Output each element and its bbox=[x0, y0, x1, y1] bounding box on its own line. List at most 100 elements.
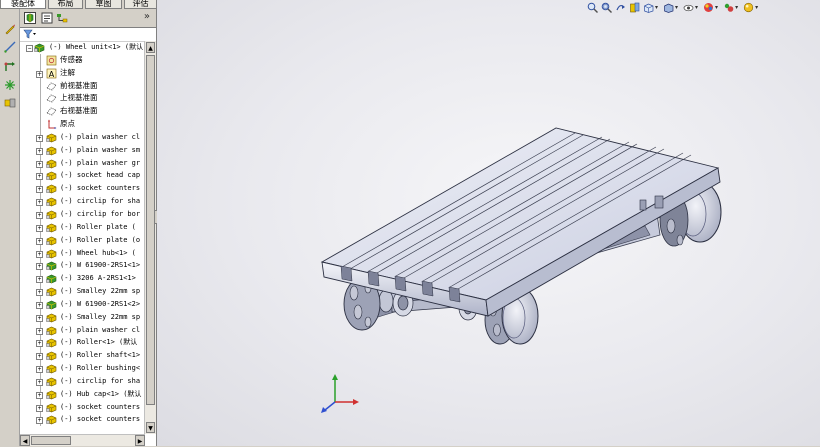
part-icon bbox=[46, 145, 57, 156]
part-icon bbox=[46, 389, 57, 400]
expand-icon[interactable]: + bbox=[36, 276, 43, 284]
mate-icon[interactable] bbox=[4, 97, 16, 109]
configuration-manager-icon[interactable] bbox=[56, 12, 68, 24]
feature-manager-icon[interactable] bbox=[24, 12, 36, 24]
tree-item[interactable]: + (-) Roller<1> (默认 bbox=[20, 336, 144, 350]
tree-item[interactable]: 传感器 bbox=[20, 53, 144, 67]
expand-icon[interactable]: + bbox=[36, 327, 43, 335]
expand-icon[interactable]: + bbox=[36, 417, 43, 425]
expand-icon[interactable]: + bbox=[36, 224, 43, 232]
tree-item[interactable]: + (-) plain washer cl bbox=[20, 323, 144, 337]
property-manager-icon[interactable] bbox=[41, 12, 53, 24]
tree-item-label: (-) 3206 A-2RS1<1> bbox=[60, 274, 136, 283]
graphics-area[interactable]: ▾ ▾ ▾ ▾ ▾ ▾ bbox=[157, 0, 820, 446]
tree-vertical-scrollbar[interactable]: ▲ ▼ bbox=[144, 41, 156, 434]
expand-icon[interactable]: + bbox=[36, 263, 43, 271]
smart-dimension-icon[interactable] bbox=[4, 60, 16, 72]
tree-item[interactable]: + (-) plain washer sm bbox=[20, 143, 144, 157]
tree-item[interactable]: 上视基准面 bbox=[20, 92, 144, 106]
tree-item[interactable]: + (-) circlip for sha bbox=[20, 374, 144, 388]
tree-item[interactable]: + (-) socket head cap bbox=[20, 169, 144, 183]
tree-item[interactable]: + (-) plain washer gr bbox=[20, 156, 144, 170]
part-icon bbox=[46, 325, 57, 336]
collapse-icon[interactable]: − bbox=[26, 45, 33, 52]
sketch-icon[interactable] bbox=[4, 23, 16, 35]
expand-icon[interactable]: + bbox=[36, 340, 43, 348]
panel-expand-button[interactable]: » bbox=[144, 11, 150, 22]
filter-icon[interactable] bbox=[23, 29, 37, 39]
tree-root-assembly[interactable]: − (-) Wheel unit<1> (默认 bbox=[20, 41, 144, 54]
expand-icon[interactable]: + bbox=[36, 186, 43, 194]
tree-item[interactable]: + (-) socket counters bbox=[20, 400, 144, 414]
tree-item[interactable]: + (-) socket counters bbox=[20, 182, 144, 196]
tab-2[interactable]: 草图 bbox=[85, 0, 122, 9]
reference-geometry-icon[interactable] bbox=[4, 79, 16, 91]
tree-item[interactable]: + (-) Wheel hub<1> ( bbox=[20, 246, 144, 260]
tree-item-label: (-) socket counters bbox=[60, 402, 141, 411]
tab-0[interactable]: 装配体 bbox=[0, 0, 46, 9]
tree-item[interactable]: + (-) W 61900-2RS1<2> bbox=[20, 297, 144, 311]
tree-item[interactable]: + (-) Smalley 22mm sp bbox=[20, 310, 144, 324]
tree-item[interactable]: 原点 bbox=[20, 118, 144, 132]
tree-item[interactable]: + (-) Hub cap<1> (默认 bbox=[20, 387, 144, 401]
expand-icon[interactable]: + bbox=[36, 147, 43, 155]
tree-item[interactable]: + A 注解 bbox=[20, 66, 144, 80]
tree-item-label: (-) socket head cap bbox=[60, 171, 141, 180]
horizontal-scroll-thumb[interactable] bbox=[31, 436, 71, 445]
expand-icon[interactable]: + bbox=[36, 289, 43, 297]
tree-horizontal-scrollbar[interactable]: ◀ ▶ bbox=[20, 434, 145, 446]
tree-item[interactable]: + (-) plain washer cl bbox=[20, 130, 144, 144]
tree-item[interactable]: + (-) socket counters bbox=[20, 413, 144, 427]
expand-icon[interactable]: + bbox=[36, 237, 43, 245]
tree-item-label: (-) socket counters bbox=[60, 415, 141, 424]
expand-icon[interactable]: + bbox=[36, 250, 43, 258]
part-icon bbox=[46, 363, 57, 374]
expand-icon[interactable]: + bbox=[36, 366, 43, 374]
part-icon bbox=[46, 312, 57, 323]
tree-item[interactable]: + (-) Roller plate ( bbox=[20, 220, 144, 234]
tree-item-label: 前视基准面 bbox=[60, 80, 98, 90]
tree-item-label: (-) plain washer cl bbox=[60, 132, 141, 141]
tree-item[interactable]: + (-) circlip for sha bbox=[20, 195, 144, 209]
expand-icon[interactable]: + bbox=[36, 314, 43, 322]
feature-tree: − (-) Wheel unit<1> (默认 传感器 + A 注解 前视基准面上视基准面右… bbox=[20, 41, 144, 434]
expand-icon[interactable]: + bbox=[36, 199, 43, 207]
expand-icon[interactable]: + bbox=[36, 353, 43, 361]
tab-1[interactable]: 布局 bbox=[48, 0, 83, 9]
tree-item[interactable]: + (-) 3206 A-2RS1<1> bbox=[20, 272, 144, 286]
scroll-right-arrow-icon[interactable]: ▶ bbox=[135, 435, 145, 446]
part-icon bbox=[46, 132, 57, 143]
expand-icon[interactable]: + bbox=[36, 134, 43, 142]
expand-icon[interactable]: + bbox=[36, 160, 43, 168]
part-icon bbox=[46, 414, 57, 425]
plane-icon bbox=[46, 81, 57, 92]
expand-icon[interactable]: + bbox=[36, 301, 43, 309]
tree-item-label: (-) Smalley 22mm sp bbox=[60, 312, 141, 321]
tree-item[interactable]: + (-) W 61900-2RS1<1> bbox=[20, 259, 144, 273]
tree-item[interactable]: + (-) circlip for bor bbox=[20, 207, 144, 221]
subassembly-icon bbox=[46, 299, 57, 310]
scroll-down-arrow-icon[interactable]: ▼ bbox=[146, 422, 155, 433]
expand-icon[interactable]: + bbox=[36, 404, 43, 412]
origin-icon bbox=[46, 119, 57, 130]
tree-item[interactable]: + (-) Roller plate (o bbox=[20, 233, 144, 247]
vertical-scroll-thumb[interactable] bbox=[146, 55, 155, 405]
expand-icon[interactable]: + bbox=[36, 378, 43, 386]
expand-icon[interactable]: + bbox=[36, 173, 43, 181]
scroll-left-arrow-icon[interactable]: ◀ bbox=[20, 435, 30, 446]
wheel-unit-model bbox=[320, 127, 722, 345]
tree-item[interactable]: 前视基准面 bbox=[20, 79, 144, 93]
tree-item[interactable]: 右视基准面 bbox=[20, 105, 144, 119]
line-icon[interactable] bbox=[4, 41, 16, 53]
scroll-up-arrow-icon[interactable]: ▲ bbox=[146, 42, 155, 53]
tree-item[interactable]: + (-) Roller bushing< bbox=[20, 362, 144, 376]
expand-icon[interactable]: + bbox=[36, 70, 43, 78]
feature-manager-panel: » − (-) Wheel unit<1> (默认 传感器 + A 注解 前视基准面上视基准… bbox=[20, 9, 157, 446]
tree-item[interactable]: + (-) Roller shaft<1> bbox=[20, 349, 144, 363]
tab-3[interactable]: 评估 bbox=[124, 0, 157, 9]
expand-icon[interactable]: + bbox=[36, 211, 43, 219]
tree-item[interactable]: + (-) Smalley 22mm sp bbox=[20, 285, 144, 299]
coordinate-triad-icon bbox=[321, 374, 359, 413]
tree-item-label: (-) circlip for sha bbox=[60, 197, 141, 206]
expand-icon[interactable]: + bbox=[36, 391, 43, 399]
